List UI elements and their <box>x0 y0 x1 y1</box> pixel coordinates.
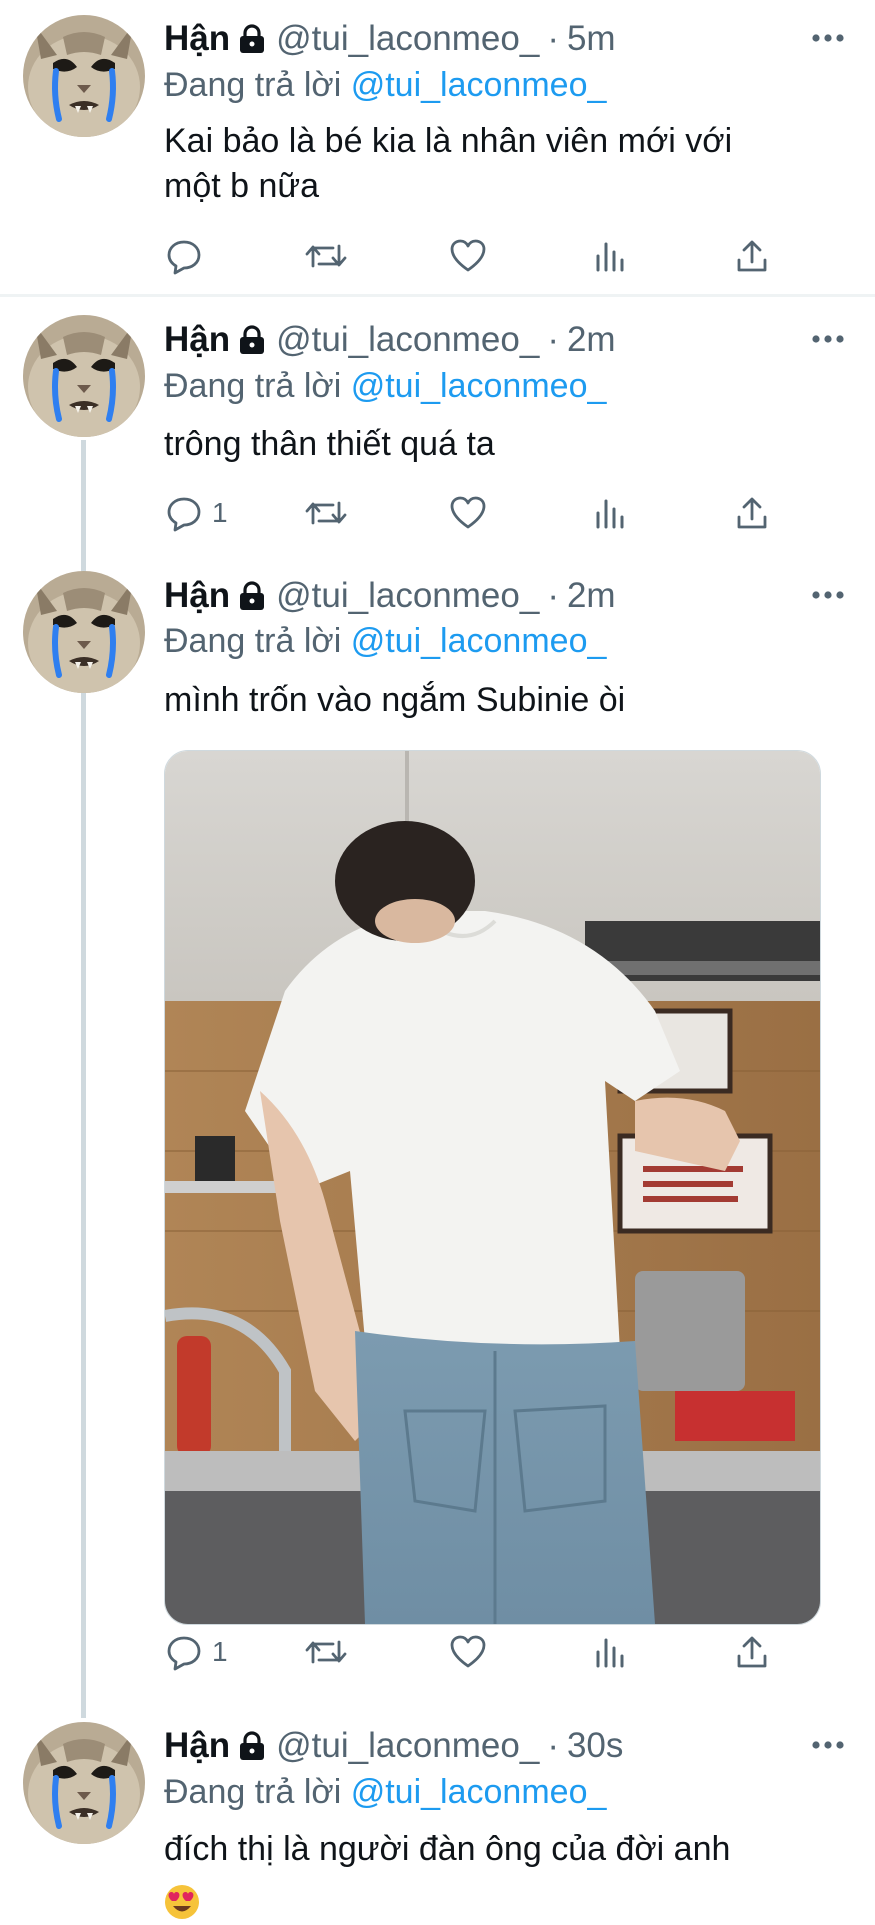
reply-button[interactable]: 1 <box>164 1630 228 1674</box>
tweet-text: đích thị là người đàn ông của đời anh <box>164 1827 824 1872</box>
share-button[interactable] <box>734 234 770 278</box>
like-button[interactable] <box>448 491 488 535</box>
replying-prefix: Đang trả lời <box>164 367 342 405</box>
tweet-header: Hận @tui_laconmeo_ · 5m <box>164 17 616 61</box>
lock-icon <box>238 24 266 54</box>
share-icon <box>737 1636 767 1668</box>
views-button[interactable] <box>592 234 628 278</box>
reply-button[interactable]: 1 <box>164 491 228 535</box>
replying-mention[interactable]: @tui_laconmeo_ <box>351 622 607 660</box>
action-bar <box>164 234 784 278</box>
timestamp[interactable]: 5m <box>567 19 616 59</box>
separator-dot: · <box>547 19 559 58</box>
heart-eyes-emoji-icon <box>165 1885 199 1919</box>
retweet-icon <box>305 1640 347 1664</box>
replying-to: Đang trả lời @tui_laconmeo_ <box>164 622 606 661</box>
replying-to: Đang trả lời @tui_laconmeo_ <box>164 367 606 406</box>
heart-eyes-emoji: 😍 <box>164 1884 200 1925</box>
tweet-text-line: một b nữa <box>164 167 320 205</box>
tweet-text-line: Kai bảo là bé kia là nhân viên mới với <box>164 122 733 160</box>
more-icon[interactable] <box>808 28 848 48</box>
action-bar: 1 <box>164 491 784 535</box>
display-name[interactable]: Hận <box>164 1726 230 1766</box>
heart-icon <box>450 239 486 272</box>
avatar[interactable] <box>23 1722 145 1844</box>
handle[interactable]: @tui_laconmeo_ <box>276 19 539 59</box>
separator-dot: · <box>547 1726 559 1765</box>
reply-count: 1 <box>212 1636 228 1667</box>
share-icon <box>737 497 767 529</box>
reply-icon <box>167 497 201 532</box>
replying-mention[interactable]: @tui_laconmeo_ <box>351 1773 607 1811</box>
avatar[interactable] <box>23 571 145 693</box>
views-icon <box>596 1638 624 1668</box>
tweet-text-line: đích thị là người đàn ông của đời anh <box>164 1830 731 1868</box>
avatar[interactable] <box>23 315 145 437</box>
more-icon[interactable] <box>808 1735 848 1755</box>
lock-icon <box>238 325 266 355</box>
more-icon[interactable] <box>808 585 848 605</box>
tweet-text: mình trốn vào ngắm Subinie òi <box>164 678 824 723</box>
timestamp[interactable]: 30s <box>567 1726 623 1766</box>
like-button[interactable] <box>448 1630 488 1674</box>
display-name[interactable]: Hận <box>164 576 230 616</box>
reply-button[interactable] <box>164 234 212 278</box>
reply-icon <box>167 240 201 275</box>
handle[interactable]: @tui_laconmeo_ <box>276 576 539 616</box>
display-name[interactable]: Hận <box>164 19 230 59</box>
crying-cat-avatar-icon <box>23 315 145 437</box>
crying-cat-avatar-icon <box>23 15 145 137</box>
replying-to: Đang trả lời @tui_laconmeo_ <box>164 1773 606 1812</box>
replying-prefix: Đang trả lời <box>164 1773 342 1811</box>
tweet-header: Hận @tui_laconmeo_ · 2m <box>164 318 616 362</box>
avatar[interactable] <box>23 15 145 137</box>
photo-man-in-white-shirt-kitchen <box>165 751 820 1624</box>
tweet-header: Hận @tui_laconmeo_ · 30s <box>164 1724 623 1768</box>
more-icon[interactable] <box>808 329 848 349</box>
handle[interactable]: @tui_laconmeo_ <box>276 1726 539 1766</box>
views-icon <box>596 242 624 272</box>
retweet-button[interactable] <box>304 491 348 535</box>
timestamp[interactable]: 2m <box>567 576 616 616</box>
heart-icon <box>450 1635 486 1668</box>
handle[interactable]: @tui_laconmeo_ <box>276 320 539 360</box>
tweet-text: trông thân thiết quá ta <box>164 422 824 467</box>
crying-cat-avatar-icon <box>23 1722 145 1844</box>
crying-cat-avatar-icon <box>23 571 145 693</box>
share-button[interactable] <box>734 1630 770 1674</box>
views-icon <box>596 499 624 529</box>
tweet-media-photo[interactable] <box>164 750 821 1625</box>
separator-dot: · <box>547 576 559 615</box>
action-bar: 1 <box>164 1630 784 1674</box>
heart-icon <box>450 496 486 529</box>
retweet-button[interactable] <box>304 1630 348 1674</box>
tweet-text-line: mình trốn vào ngắm Subinie òi <box>164 681 626 719</box>
share-icon <box>737 240 767 272</box>
replying-mention[interactable]: @tui_laconmeo_ <box>351 367 607 405</box>
replying-mention[interactable]: @tui_laconmeo_ <box>351 66 607 104</box>
lock-icon <box>238 581 266 611</box>
retweet-icon <box>305 244 347 268</box>
timestamp[interactable]: 2m <box>567 320 616 360</box>
separator-dot: · <box>547 320 559 359</box>
divider <box>0 294 875 297</box>
display-name[interactable]: Hận <box>164 320 230 360</box>
replying-prefix: Đang trả lời <box>164 622 342 660</box>
retweet-button[interactable] <box>304 234 348 278</box>
retweet-icon <box>305 501 347 525</box>
views-button[interactable] <box>592 1630 628 1674</box>
lock-icon <box>238 1731 266 1761</box>
views-button[interactable] <box>592 491 628 535</box>
replying-to: Đang trả lời @tui_laconmeo_ <box>164 66 606 105</box>
tweet-text-line: trông thân thiết quá ta <box>164 425 495 463</box>
replying-prefix: Đang trả lời <box>164 66 342 104</box>
like-button[interactable] <box>448 234 488 278</box>
tweet-header: Hận @tui_laconmeo_ · 2m <box>164 574 616 618</box>
reply-icon <box>167 1636 201 1671</box>
reply-count: 1 <box>212 497 228 528</box>
tweet-text: Kai bảo là bé kia là nhân viên mới với m… <box>164 119 824 209</box>
share-button[interactable] <box>734 491 770 535</box>
